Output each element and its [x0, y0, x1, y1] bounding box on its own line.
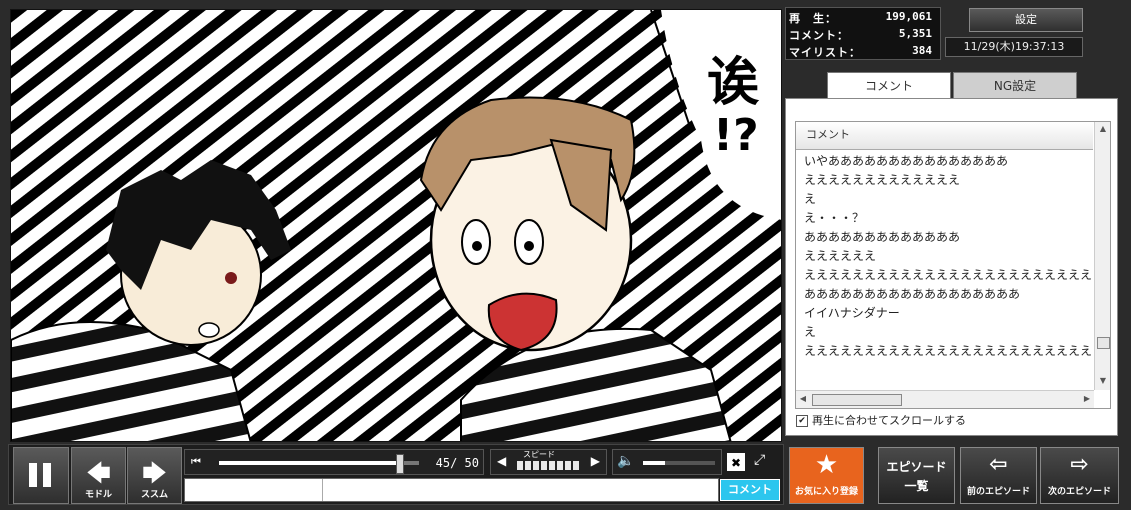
tab-ng-settings[interactable]: NG設定	[953, 72, 1077, 99]
auto-scroll-label: 再生に合わせてスクロールする	[812, 414, 966, 427]
comments-count: 5,351	[898, 27, 932, 40]
favorite-button[interactable]: ★ お気に入り登録	[789, 447, 864, 504]
volume-control: 🔈	[612, 449, 722, 475]
back-label: モドル	[84, 490, 112, 500]
list-item[interactable]: ええええええええええええええええええええええええ	[796, 266, 1093, 285]
list-item[interactable]: えええええええええええええ	[796, 171, 1093, 190]
auto-scroll-option[interactable]: ✔ 再生に合わせてスクロールする	[796, 412, 966, 428]
time-display: 45/ 50	[435, 456, 479, 470]
video-player[interactable]: 诶 !?	[10, 9, 782, 442]
comment-rows: いやあああああああああああああああ えええええええええええええ え え・・・？ …	[796, 152, 1093, 390]
mylist-label: マイリスト：	[789, 46, 861, 59]
prev-episode-icon: ⇦	[989, 452, 1008, 477]
settings-button[interactable]: 設定	[969, 8, 1083, 32]
views-label: 再 生：	[789, 12, 837, 25]
hscroll-thumb[interactable]	[812, 394, 902, 406]
speed-label: スピード	[523, 450, 555, 459]
list-item[interactable]: イイハナシダナー	[796, 304, 1093, 323]
tab-comment[interactable]: コメント	[827, 72, 951, 99]
scroll-thumb[interactable]	[1097, 337, 1110, 349]
pause-button[interactable]	[13, 447, 69, 504]
video-frame: 诶 !?	[11, 10, 781, 441]
episode-list-label-2: 一覧	[904, 479, 929, 493]
speed-up-icon[interactable]: ▶	[591, 454, 600, 468]
command-field[interactable]	[185, 479, 323, 501]
list-item[interactable]: ああああああああああああああああああ	[796, 285, 1093, 304]
volume-level	[643, 461, 665, 465]
list-item[interactable]: いやあああああああああああああああ	[796, 152, 1093, 171]
mylist-count: 384	[912, 44, 932, 57]
horizontal-scrollbar[interactable]: ◀ ▶	[796, 390, 1094, 408]
seek-progress	[219, 461, 399, 465]
auto-scroll-checkbox[interactable]: ✔	[796, 415, 808, 427]
skip-start-icon[interactable]: ⏮	[191, 455, 201, 469]
speed-down-icon[interactable]: ◀	[497, 454, 506, 468]
next-episode-icon: ⇨	[1070, 452, 1089, 477]
list-item[interactable]: ええええええ	[796, 247, 1093, 266]
video-stats-panel: 再 生： 199,061 コメント： 5,351 マイリスト： 384	[785, 7, 941, 60]
comment-input[interactable]	[184, 478, 719, 502]
seek-thumb[interactable]	[396, 454, 404, 474]
scroll-left-icon[interactable]: ◀	[796, 394, 810, 403]
forward-button[interactable]: 🡆 ススム	[127, 447, 182, 504]
list-item[interactable]: あああああああああああああ	[796, 228, 1093, 247]
star-icon: ★	[814, 450, 839, 480]
episode-list-label-1: エピソード	[886, 460, 947, 474]
comments-label: コメント：	[789, 29, 849, 42]
speed-meter[interactable]	[517, 461, 581, 470]
episode-list-button[interactable]: エピソード 一覧	[878, 447, 955, 504]
seek-area: ⏮ 45/ 50	[184, 449, 484, 475]
next-episode-label: 次のエピソード	[1047, 487, 1111, 497]
next-episode-button[interactable]: ⇨ 次のエピソード	[1040, 447, 1119, 504]
list-item[interactable]: ええええええええええええええええええええええええ	[796, 342, 1093, 361]
favorite-label: お気に入り登録	[794, 487, 858, 497]
seek-bar[interactable]	[219, 454, 419, 474]
comment-submit-button[interactable]: コメント	[720, 479, 780, 501]
list-item[interactable]: え	[796, 323, 1093, 342]
sfx-marks: !?	[713, 110, 759, 161]
list-item[interactable]: え・・・？	[796, 209, 1093, 228]
forward-label: ススム	[140, 490, 168, 500]
comment-list[interactable]: コメント いやあああああああああああああああ えええええええええええええ え え…	[795, 121, 1111, 409]
scroll-down-icon[interactable]: ▼	[1096, 376, 1110, 385]
scroll-up-icon[interactable]: ▲	[1096, 124, 1110, 133]
speaker-icon[interactable]: 🔈	[617, 453, 634, 469]
scroll-right-icon[interactable]: ▶	[1080, 394, 1094, 403]
speed-control: ◀ スピード ▶	[490, 449, 607, 475]
prev-episode-button[interactable]: ⇦ 前のエピソード	[960, 447, 1037, 504]
views-count: 199,061	[885, 10, 932, 23]
pause-icon	[29, 463, 37, 487]
comment-toggle-icon[interactable]: ✖	[727, 453, 745, 471]
vertical-scrollbar[interactable]: ▲ ▼	[1094, 122, 1110, 390]
sfx-text: 诶	[707, 52, 760, 113]
list-item[interactable]: え	[796, 190, 1093, 209]
clock-display: 11/29(木)19:37:13	[945, 37, 1083, 57]
prev-episode-label: 前のエピソード	[966, 487, 1030, 497]
volume-slider[interactable]	[643, 461, 715, 465]
fullscreen-icon[interactable]: ⤢	[754, 452, 776, 472]
comment-list-header[interactable]: コメント	[796, 122, 1093, 150]
back-button[interactable]: 🡄 モドル	[71, 447, 126, 504]
